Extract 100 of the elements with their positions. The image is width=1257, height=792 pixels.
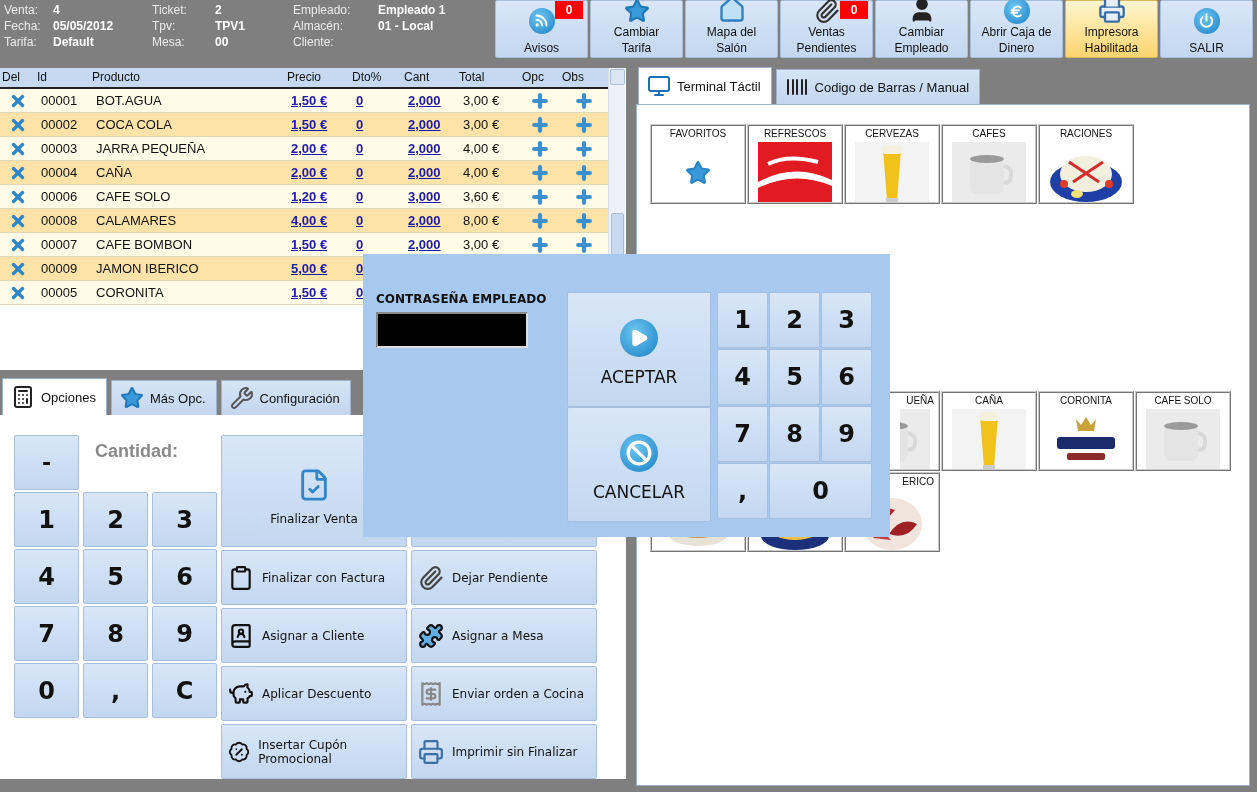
product-tile[interactable]: CAFE SOLO bbox=[1135, 391, 1231, 471]
tab[interactable]: Configuración bbox=[220, 380, 351, 415]
toolbar-button[interactable]: Mapa del Salón bbox=[685, 0, 778, 58]
quantity-link[interactable]: 2,000 bbox=[408, 213, 441, 228]
key[interactable]: C bbox=[152, 663, 217, 718]
key[interactable]: 3 bbox=[152, 492, 217, 547]
plus-icon[interactable] bbox=[574, 234, 594, 255]
tab[interactable]: Terminal Táctil bbox=[638, 67, 772, 104]
action-button[interactable]: Insertar Cupón Promocional bbox=[221, 724, 407, 779]
action-button[interactable]: Asignar a Cliente bbox=[221, 608, 407, 663]
key[interactable]: , bbox=[83, 663, 148, 718]
tab[interactable]: Más Opc. bbox=[110, 380, 217, 415]
product-tile[interactable]: CORONITA bbox=[1038, 391, 1134, 471]
price-link[interactable]: 2,00 € bbox=[291, 141, 328, 156]
table-cell-text: 00007 bbox=[40, 237, 79, 252]
discount-link[interactable]: 0 bbox=[356, 237, 364, 252]
printer-icon bbox=[1097, 0, 1126, 24]
toolbar-button[interactable]: Cambiar Tarifa bbox=[590, 0, 683, 58]
plus-icon[interactable] bbox=[530, 210, 550, 231]
plus-icon[interactable] bbox=[574, 114, 594, 135]
discount-link[interactable]: 0 bbox=[356, 165, 364, 180]
play-icon bbox=[620, 319, 658, 357]
product-tile[interactable]: CAÑA bbox=[941, 391, 1037, 471]
plus-icon[interactable] bbox=[574, 162, 594, 183]
toolbar-button[interactable]: Ventas Pendientes 0 bbox=[780, 0, 873, 58]
plus-icon[interactable] bbox=[530, 138, 550, 159]
action-button[interactable]: Asignar a Mesa bbox=[411, 608, 597, 663]
key[interactable]: 1 bbox=[14, 492, 79, 547]
plus-icon[interactable] bbox=[530, 162, 550, 183]
key[interactable]: 3 bbox=[821, 292, 872, 348]
toolbar-button[interactable]: Cambiar Empleado bbox=[875, 0, 968, 58]
plus-icon[interactable] bbox=[530, 234, 550, 255]
discount-link[interactable]: 0 bbox=[356, 93, 364, 108]
category-tile[interactable]: FAVORITOS bbox=[650, 124, 746, 204]
key[interactable]: 5 bbox=[769, 349, 820, 405]
price-link[interactable]: 1,50 € bbox=[291, 237, 328, 252]
table-cell-text: 4,00 € bbox=[462, 141, 501, 156]
price-link[interactable]: 1,50 € bbox=[291, 117, 328, 132]
key[interactable]: 0 bbox=[769, 463, 872, 519]
key[interactable]: 6 bbox=[152, 549, 217, 604]
plus-icon[interactable] bbox=[530, 90, 550, 111]
plus-icon[interactable] bbox=[530, 186, 550, 207]
category-tile[interactable]: CERVEZAS bbox=[844, 124, 940, 204]
plus-icon[interactable] bbox=[574, 210, 594, 231]
key[interactable]: , bbox=[717, 463, 768, 519]
price-link[interactable]: 1,50 € bbox=[291, 285, 328, 300]
key[interactable]: 2 bbox=[83, 492, 148, 547]
key[interactable]: 0 bbox=[14, 663, 79, 718]
quantity-link[interactable]: 2,000 bbox=[408, 165, 441, 180]
key[interactable]: 9 bbox=[152, 606, 217, 661]
key[interactable]: - bbox=[14, 435, 79, 490]
plus-icon[interactable] bbox=[574, 90, 594, 111]
key[interactable]: 4 bbox=[14, 549, 79, 604]
action-button[interactable]: Imprimir sin Finalizar bbox=[411, 724, 597, 779]
price-link[interactable]: 2,00 € bbox=[291, 165, 328, 180]
price-link[interactable]: 1,50 € bbox=[291, 93, 328, 108]
category-tile[interactable]: REFRESCOS bbox=[747, 124, 843, 204]
key[interactable]: 7 bbox=[14, 606, 79, 661]
key[interactable]: 4 bbox=[717, 349, 768, 405]
discount-link[interactable]: 0 bbox=[356, 141, 364, 156]
action-button[interactable]: Finalizar con Factura bbox=[221, 550, 407, 605]
discount-link[interactable]: 0 bbox=[356, 261, 364, 276]
discount-link[interactable]: 0 bbox=[356, 117, 364, 132]
discount-link[interactable]: 0 bbox=[356, 213, 364, 228]
quantity-link[interactable]: 2,000 bbox=[408, 237, 441, 252]
plus-icon[interactable] bbox=[574, 138, 594, 159]
key[interactable]: 1 bbox=[717, 292, 768, 348]
plus-icon[interactable] bbox=[530, 114, 550, 135]
key[interactable]: 9 bbox=[821, 406, 872, 462]
discount-link[interactable]: 0 bbox=[356, 189, 364, 204]
key[interactable]: 8 bbox=[83, 606, 148, 661]
category-tile[interactable]: RACIONES bbox=[1038, 124, 1134, 204]
action-button[interactable]: Dejar Pendiente bbox=[411, 550, 597, 605]
key[interactable]: 7 bbox=[717, 406, 768, 462]
key[interactable]: 2 bbox=[769, 292, 820, 348]
table-cell-text: 00002 bbox=[40, 117, 79, 132]
quantity-link[interactable]: 2,000 bbox=[408, 141, 441, 156]
quantity-link[interactable]: 3,000 bbox=[408, 189, 441, 204]
tab[interactable]: Codigo de Barras / Manual bbox=[775, 69, 981, 104]
discount-link[interactable]: 0 bbox=[356, 285, 364, 300]
category-tile[interactable]: CAFES bbox=[941, 124, 1037, 204]
toolbar-button[interactable]: SALIR bbox=[1160, 0, 1253, 58]
accept-button[interactable]: ACEPTAR bbox=[567, 292, 711, 407]
key[interactable]: 5 bbox=[83, 549, 148, 604]
key[interactable]: 8 bbox=[769, 406, 820, 462]
plus-icon[interactable] bbox=[574, 186, 594, 207]
key[interactable]: 6 bbox=[821, 349, 872, 405]
action-button[interactable]: Aplicar Descuento bbox=[221, 666, 407, 721]
price-link[interactable]: 4,00 € bbox=[291, 213, 328, 228]
cancel-button[interactable]: CANCELAR bbox=[567, 407, 711, 522]
password-field[interactable] bbox=[376, 312, 528, 348]
action-button[interactable]: Enviar orden a Cocina bbox=[411, 666, 597, 721]
toolbar-button[interactable]: Abrir Caja de Dinero bbox=[970, 0, 1063, 58]
toolbar-button[interactable]: Impresora Habilitada bbox=[1065, 0, 1158, 58]
price-link[interactable]: 5,00 € bbox=[291, 261, 328, 276]
toolbar-button[interactable]: Avisos 0 bbox=[495, 0, 588, 58]
tab[interactable]: Opciones bbox=[2, 378, 107, 415]
quantity-link[interactable]: 2,000 bbox=[408, 93, 441, 108]
price-link[interactable]: 1,20 € bbox=[291, 189, 328, 204]
quantity-link[interactable]: 2,000 bbox=[408, 117, 441, 132]
